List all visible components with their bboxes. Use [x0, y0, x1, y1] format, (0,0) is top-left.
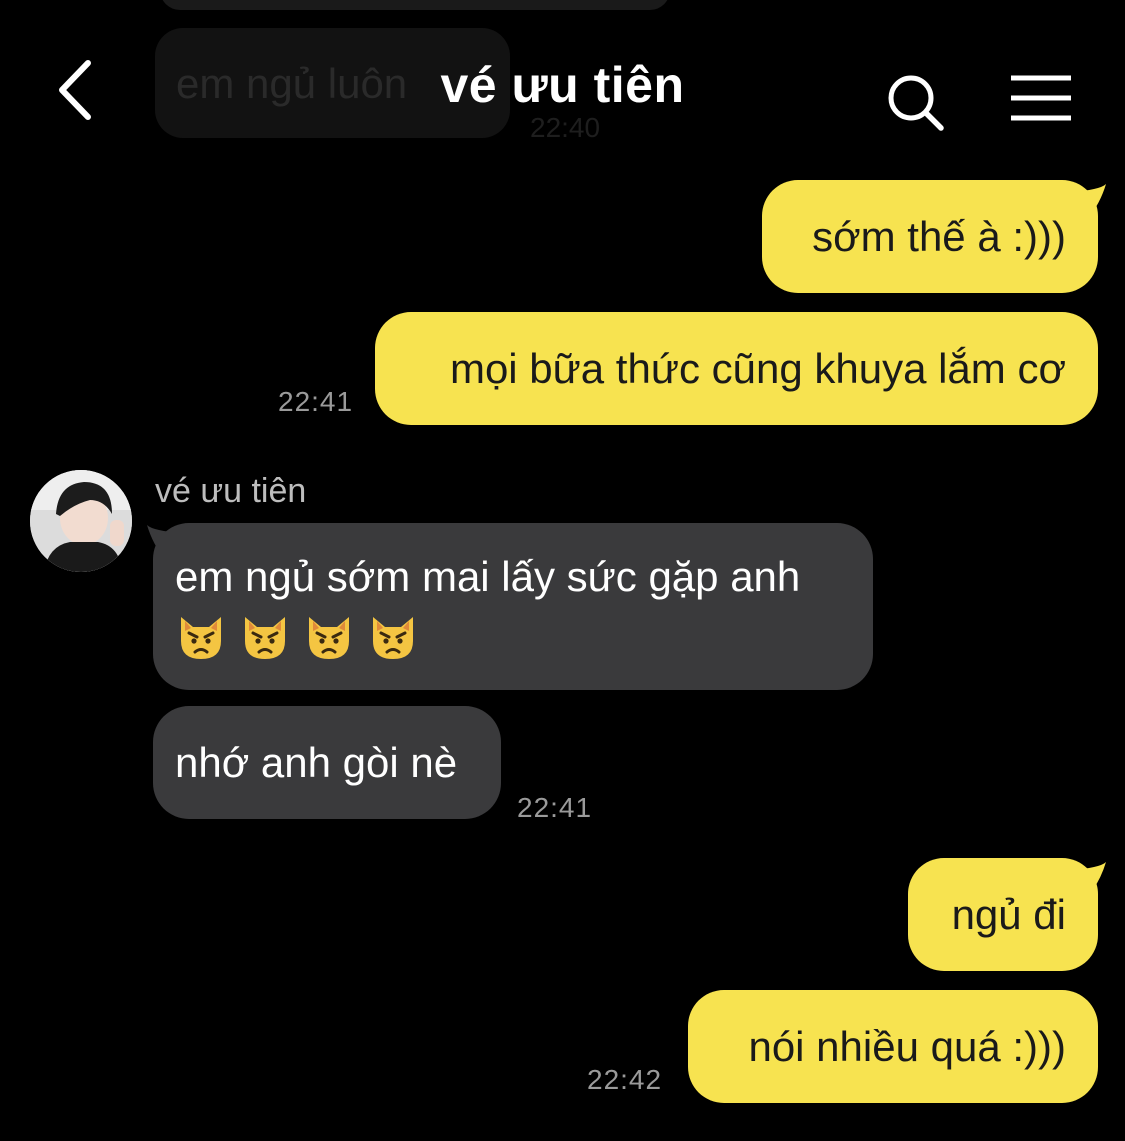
- message-bubble-received[interactable]: nhớ anh gòi nè: [153, 706, 501, 819]
- pouting-cat-face-icon: [181, 616, 221, 659]
- message-text: sớm thế à :))): [812, 212, 1066, 260]
- emoji-row: [175, 611, 419, 663]
- menu-button[interactable]: [1008, 74, 1074, 126]
- message-bubble-sent[interactable]: sớm thế à :))): [762, 180, 1098, 293]
- pouting-cat-face-icon: [309, 616, 349, 659]
- hamburger-menu-icon: [1011, 75, 1071, 121]
- contact-photo: [30, 470, 132, 572]
- search-icon: [888, 75, 944, 131]
- message-text: mọi bữa thức cũng khuya lắm cơ: [449, 344, 1066, 392]
- pouting-cat-face-icon: [373, 616, 413, 659]
- message-bubble-sent[interactable]: mọi bữa thức cũng khuya lắm cơ: [375, 312, 1098, 425]
- chat-screen: em ngủ luôn 22:40 vé ưu tiên sớm thế à :…: [0, 0, 1125, 1141]
- search-button[interactable]: [885, 72, 947, 134]
- message-bubble-sent[interactable]: ngủ đi: [908, 858, 1098, 971]
- pouting-cat-face-icon: [245, 616, 285, 659]
- avatar[interactable]: [30, 470, 132, 572]
- message-bubble-sent[interactable]: nói nhiều quá :))): [688, 990, 1098, 1103]
- message-bubble-received[interactable]: em ngủ sớm mai lấy sức gặp anh: [153, 523, 873, 690]
- message-text: nói nhiều quá :))): [748, 1022, 1066, 1070]
- sender-name: vé ưu tiên: [155, 472, 307, 510]
- message-text: em ngủ sớm mai lấy sức gặp anh: [175, 552, 801, 600]
- message-text: ngủ đi: [951, 890, 1066, 938]
- previous-message-time: 22:40: [530, 112, 601, 143]
- previous-message-bubble: [160, 0, 670, 10]
- chat-title: vé ưu tiên: [440, 57, 685, 113]
- message-timestamp: 22:42: [587, 1064, 663, 1095]
- message-timestamp: 22:41: [278, 386, 354, 417]
- message-text: nhớ anh gòi nè: [175, 738, 458, 786]
- message-timestamp: 22:41: [517, 792, 593, 823]
